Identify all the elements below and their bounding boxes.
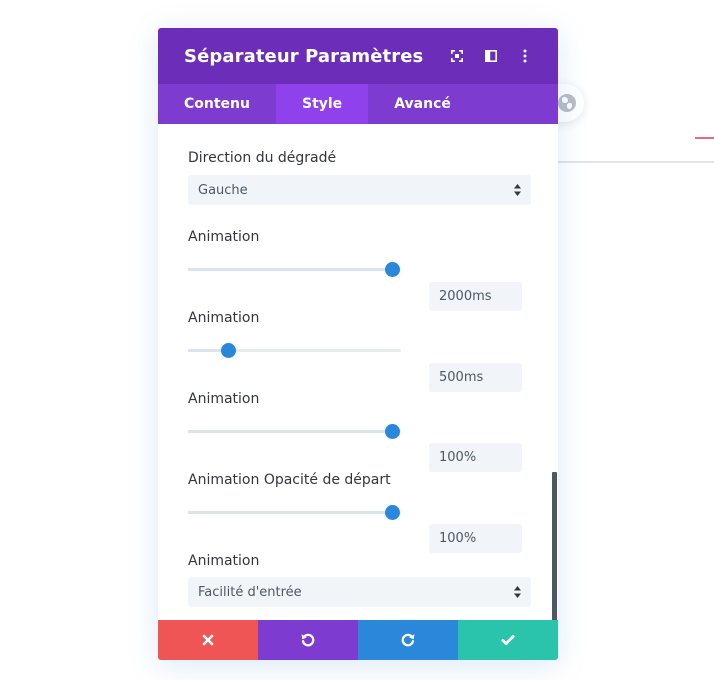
cancel-icon [202,634,214,646]
undo-icon [301,633,315,647]
cancel-button[interactable] [158,620,258,660]
animation-delay-label: Animation [188,310,260,326]
animation-intensity-input[interactable]: 100% [429,443,522,472]
redo-icon [401,633,415,647]
page-divider-line [540,161,714,163]
animation-easing-value: Facilité d'entrée [198,584,302,600]
redo-button[interactable] [358,620,458,660]
settings-modal: Séparateur Paramètres Contenu Style Avan… [158,28,558,660]
slider-fill [188,268,393,271]
modal-tabs: Contenu Style Avancé [158,84,558,124]
tab-style[interactable]: Style [275,84,369,124]
undo-button[interactable] [258,620,358,660]
modal-title: Séparateur Paramètres [184,45,424,67]
animation-duration-slider[interactable] [188,262,401,277]
tab-contenu[interactable]: Contenu [158,84,276,124]
tab-avance[interactable]: Avancé [368,84,477,124]
animation-duration-input[interactable]: 2000ms [429,282,522,311]
page-accent-line [695,137,714,139]
select-arrows-icon [514,184,521,196]
modal-header[interactable]: Séparateur Paramètres [158,28,558,84]
animation-easing-select[interactable]: Facilité d'entrée [188,577,531,607]
animation-opacity-slider[interactable] [188,505,401,520]
modal-footer [158,620,558,660]
slider-thumb[interactable] [221,343,237,358]
header-actions [440,28,542,84]
animation-intensity-slider[interactable] [188,424,401,439]
animation-duration-label: Animation [188,229,260,245]
gradient-direction-value: Gauche [198,182,248,198]
split-view-icon[interactable] [474,39,508,73]
animation-opacity-label: Animation Opacité de départ [188,472,391,488]
save-check-icon [501,635,515,645]
slider-thumb[interactable] [385,424,401,439]
more-options-icon[interactable] [508,39,542,73]
animation-delay-slider[interactable] [188,343,401,358]
animation-intensity-label: Animation [188,391,260,407]
modal-body: Direction du dégradé Gauche Animation 20… [158,124,558,649]
gradient-direction-select[interactable]: Gauche [188,175,531,205]
animation-easing-label: Animation [188,553,260,569]
select-arrows-icon [514,586,521,598]
slider-thumb[interactable] [385,505,401,520]
slider-fill [188,511,393,514]
gradient-direction-label: Direction du dégradé [188,150,337,166]
slider-thumb[interactable] [385,262,401,277]
save-button[interactable] [458,620,558,660]
slider-fill [188,430,393,433]
expand-icon[interactable] [440,39,474,73]
globe-icon [558,94,576,112]
animation-delay-input[interactable]: 500ms [429,363,522,392]
animation-opacity-input[interactable]: 100% [429,524,522,553]
